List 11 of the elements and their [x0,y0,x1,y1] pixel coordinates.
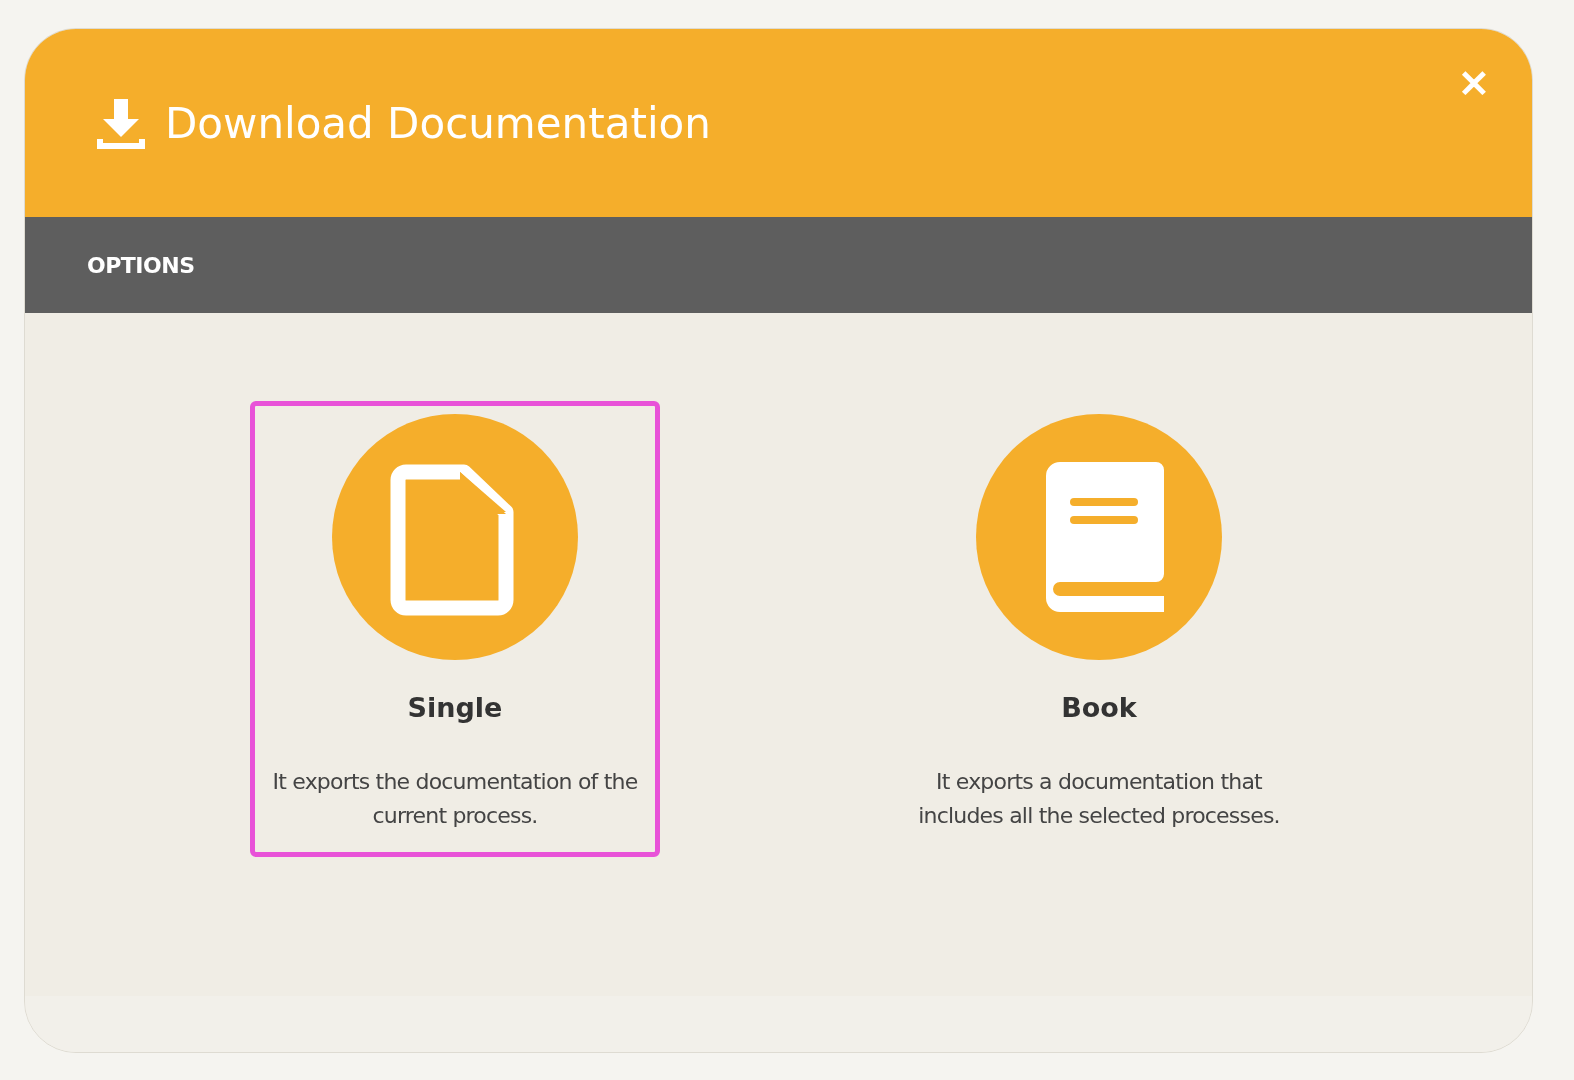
option-label: Book [1061,692,1137,723]
dialog-title: Download Documentation [165,98,711,148]
option-card[interactable]: Single It exports the documentation of the current process. [250,401,660,857]
option-description: It exports a documentation that includes all the selected processes. [917,768,1281,830]
option-description: It exports the documentation of the current process. [271,768,639,830]
document-icon [332,414,578,660]
option-card[interactable]: Book It exports a documentation that includes all the selected processes. [894,401,1304,857]
book-icon [976,414,1222,660]
download-icon [95,97,147,149]
option-label: Single [407,692,503,723]
section-title: OPTIONS [87,252,195,278]
